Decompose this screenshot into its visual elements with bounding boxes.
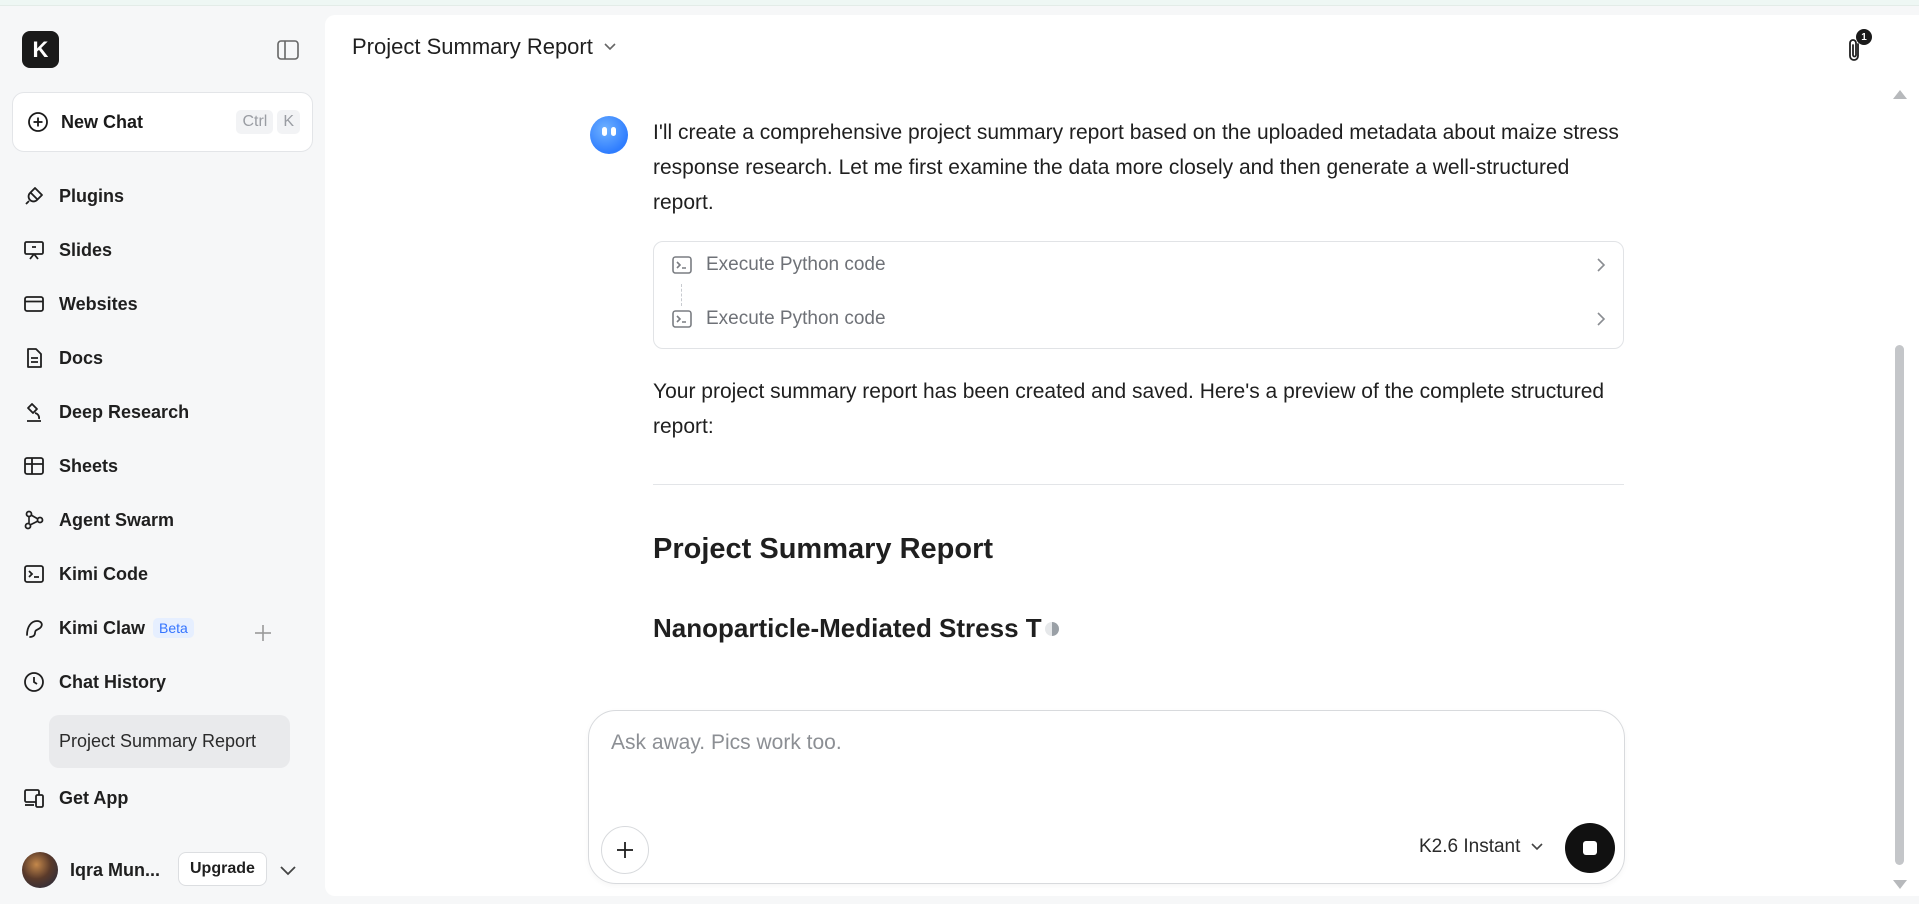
sidebar-item-slides[interactable]: Slides (22, 230, 112, 270)
assistant-message-intro: I'll create a comprehensive project summ… (653, 121, 1619, 214)
sidebar-item-label: Sheets (59, 455, 119, 476)
sidebar-item-kimi-code[interactable]: Kimi Code (22, 554, 148, 594)
plug-icon (22, 184, 46, 208)
sidebar-item-chat-history[interactable]: Chat History (22, 662, 166, 702)
chat-title-dropdown[interactable]: Project Summary Report (352, 34, 617, 60)
clock-icon (22, 670, 46, 694)
sidebar-item-sheets[interactable]: Sheets (22, 446, 118, 486)
user-name: Iqra Mun... (70, 859, 160, 880)
chat-panel: Project Summary Report 1 I'll create a c… (325, 15, 1919, 896)
sidebar-item-agent-swarm[interactable]: Agent Swarm (22, 500, 174, 540)
sidebar-item-label: Slides (59, 239, 113, 260)
sidebar-item-label: Chat History (59, 671, 167, 692)
claw-icon (22, 616, 46, 640)
sidebar-item-plugins[interactable]: Plugins (22, 176, 124, 216)
plus-circle-icon (28, 112, 48, 132)
presentation-icon (22, 238, 46, 262)
new-chat-label: New Chat (61, 111, 144, 132)
assistant-message-result: Your project summary report has been cre… (653, 380, 1605, 438)
stop-icon (1583, 841, 1597, 855)
sidebar-item-label: Plugins (59, 185, 125, 206)
tool-call-execute-python-2[interactable]: Execute Python code (672, 304, 1607, 334)
history-item-project-summary-report[interactable]: Project Summary Report (49, 715, 290, 768)
sidebar-item-websites[interactable]: Websites (22, 284, 138, 324)
assistant-avatar-icon (590, 116, 628, 154)
chevron-right-icon (1597, 258, 1606, 272)
message-composer: K2.6 Instant (588, 710, 1625, 884)
sidebar-item-docs[interactable]: Docs (22, 338, 103, 378)
report-title: Project Summary Report (653, 533, 994, 565)
sidebar-item-label: Websites (59, 293, 138, 314)
chevron-down-icon (604, 43, 616, 51)
browser-icon (22, 292, 46, 316)
sidebar: K New Chat Ctrl K Plugins Slides Website… (0, 6, 325, 904)
scroll-down-arrow[interactable] (1893, 880, 1907, 889)
report-subtitle-text: Nanoparticle-Mediated Stress T (653, 613, 1042, 643)
tool-call-label: Execute Python code (706, 308, 886, 329)
tool-connector (681, 284, 682, 306)
sidebar-item-kimi-claw[interactable]: Kimi Claw Beta (22, 608, 194, 648)
shortcut-key-k: K (277, 110, 300, 134)
message-input[interactable] (611, 731, 1591, 791)
kimi-logo-icon[interactable]: K (22, 31, 59, 68)
sidebar-item-label: Kimi Code (59, 563, 149, 584)
user-profile[interactable]: Iqra Mun... (22, 852, 170, 888)
new-chat-button[interactable]: New Chat Ctrl K (12, 92, 313, 152)
sidebar-item-label: Agent Swarm (59, 509, 175, 530)
table-icon (22, 454, 46, 478)
report-subtitle: Nanoparticle-Mediated Stress T (653, 613, 1059, 644)
terminal-icon (672, 256, 692, 274)
scroll-up-arrow[interactable] (1893, 90, 1907, 99)
document-icon (22, 346, 46, 370)
chevron-down-icon (1531, 843, 1543, 851)
sidebar-item-label: Docs (59, 347, 104, 368)
swarm-icon (22, 508, 46, 532)
tool-call-label: Execute Python code (706, 254, 886, 275)
tool-calls-panel: Execute Python code Execute Python code (653, 241, 1624, 349)
avatar[interactable] (22, 852, 58, 888)
model-selector-label: K2.6 Instant (1419, 836, 1521, 857)
add-claw-icon[interactable] (252, 622, 274, 644)
stop-generation-button[interactable] (1565, 823, 1615, 873)
attachment-count-badge: 1 (1856, 29, 1872, 45)
model-selector[interactable]: K2.6 Instant (1419, 836, 1544, 858)
chevron-right-icon (1597, 312, 1606, 326)
loading-spinner-icon (1044, 621, 1059, 636)
plus-icon (617, 842, 633, 858)
history-item-label: Project Summary Report (59, 731, 257, 751)
terminal-icon (22, 562, 46, 586)
upgrade-button[interactable]: Upgrade (178, 852, 267, 886)
sidebar-toggle-icon[interactable] (276, 39, 300, 61)
sidebar-item-label: Deep Research (59, 401, 190, 422)
sidebar-item-label: Kimi Claw (59, 617, 146, 638)
chevron-down-icon[interactable] (277, 861, 299, 879)
microscope-icon (22, 400, 46, 424)
get-app-label: Get App (59, 787, 129, 808)
device-icon (22, 786, 46, 810)
shortcut-hint: Ctrl K (236, 110, 300, 134)
upgrade-label: Upgrade (190, 860, 255, 877)
add-attachment-button[interactable] (601, 826, 649, 874)
sidebar-item-deep-research[interactable]: Deep Research (22, 392, 189, 432)
get-app-link[interactable]: Get App (22, 778, 128, 818)
shortcut-key-ctrl: Ctrl (236, 110, 274, 134)
scrollbar-thumb[interactable] (1895, 345, 1904, 865)
page-title: Project Summary Report (352, 34, 593, 59)
tool-call-execute-python-1[interactable]: Execute Python code (672, 250, 1607, 280)
beta-badge: Beta (153, 618, 194, 638)
terminal-icon (672, 310, 692, 328)
divider (653, 484, 1624, 485)
